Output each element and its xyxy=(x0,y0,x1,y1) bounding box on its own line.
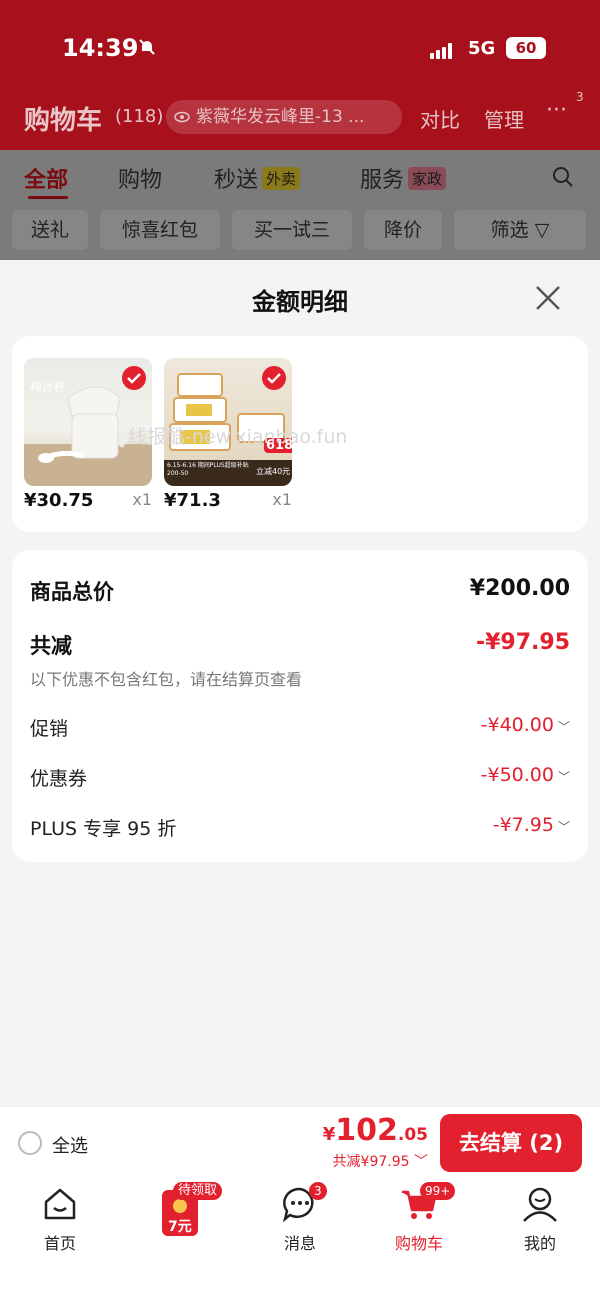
chip-price-drop[interactable]: 降价 xyxy=(364,210,442,250)
select-all-radio[interactable] xyxy=(18,1131,42,1155)
discount-value: -¥40.00 ﹀ xyxy=(481,714,570,736)
selected-products: 榨汁杯 ¥30.75 x1 618 6.15-6.16 期间PLUS超级补贴20… xyxy=(12,336,588,532)
messages-badge: 3 xyxy=(309,1182,327,1200)
nav-home-label: 首页 xyxy=(43,1234,76,1253)
battery-icon: 60 xyxy=(506,37,546,59)
cell-signal-icon xyxy=(430,40,460,59)
nav-messages-label: 消息 xyxy=(283,1234,316,1253)
promo-badge: 待领取 xyxy=(173,1182,223,1200)
total-reduce-value: -¥97.95 xyxy=(475,630,570,655)
checkout-bar: 全选 ¥102.05 共减¥97.95 ﹀ 去结算 (2) xyxy=(0,1106,600,1178)
select-all-label[interactable]: 全选 xyxy=(52,1132,88,1158)
manage-button[interactable]: 管理 xyxy=(484,104,524,133)
amount-breakdown: 商品总价 ¥200.00 共减 -¥97.95 以下优惠不包含红包，请在结算页查… xyxy=(12,550,588,862)
nav-cart-label: 购物车 xyxy=(394,1234,443,1253)
checkout-button[interactable]: 去结算 (2) xyxy=(440,1114,582,1172)
tab-shopping[interactable]: 购物 xyxy=(118,162,162,194)
cart-title: 购物车 xyxy=(24,106,103,136)
total-decimal: .05 xyxy=(397,1125,428,1145)
discount-amount: -¥40.00 xyxy=(480,714,554,736)
chip-red-packet[interactable]: 惊喜红包 xyxy=(100,210,220,250)
nav-mine-label: 我的 xyxy=(523,1234,556,1253)
bottom-nav: 首页 7元 待领取 3 消息 99+ 购物车 我的 xyxy=(0,1178,600,1304)
chip-filter-label: 筛选 xyxy=(490,219,529,241)
nav-promo[interactable]: 7元 待领取 xyxy=(135,1182,225,1240)
address-selector[interactable]: 紫薇华发云峰里-13 ... xyxy=(166,100,402,134)
product-qty: x1 xyxy=(272,490,292,509)
filter-icon: ▽ xyxy=(534,219,550,241)
user-icon xyxy=(520,1184,560,1224)
product-price: ¥30.75 xyxy=(24,490,94,511)
tab-service[interactable]: 服务 家政 xyxy=(360,162,447,194)
address-text: 紫薇华发云峰里-13 ... xyxy=(196,107,365,127)
chevron-down-icon: ﹀ xyxy=(414,1154,428,1170)
nav-mine[interactable]: 我的 xyxy=(495,1184,585,1254)
takeout-tag: 外卖 xyxy=(262,167,301,190)
home-icon xyxy=(40,1184,80,1224)
cart-header: 购物车 (118) 紫薇华发云峰里-13 ... 对比 管理 ··· 3 xyxy=(0,90,600,140)
tab-service-label: 服务 xyxy=(360,168,405,193)
checkout-total: ¥102.05 xyxy=(323,1113,428,1148)
total-reduce-label: 共减 xyxy=(30,634,72,658)
checkout-discount-text: 共减¥97.95 xyxy=(332,1154,410,1170)
search-icon[interactable] xyxy=(552,166,574,188)
tab-active-indicator xyxy=(28,196,68,199)
product-price: ¥71.3 xyxy=(164,490,221,511)
cart-count: (118) xyxy=(115,106,164,127)
nav-messages[interactable]: 3 消息 xyxy=(255,1182,345,1254)
currency-symbol: ¥ xyxy=(322,1124,336,1145)
filter-chips: 送礼 惊喜红包 买一试三 降价 筛选 ▽ xyxy=(0,210,600,250)
discount-label: 促销 xyxy=(30,718,69,740)
discount-amount: -¥50.00 xyxy=(480,764,554,786)
chip-try-three[interactable]: 买一试三 xyxy=(232,210,352,250)
product-image-text: 榨汁杯 xyxy=(30,380,67,394)
promo-amount: 7元 xyxy=(168,1219,192,1235)
network-type: 5G xyxy=(468,38,496,59)
checked-icon[interactable] xyxy=(262,366,286,390)
close-icon[interactable] xyxy=(534,284,562,312)
sheet-title: 金额明细 xyxy=(252,288,348,316)
total-price-label: 商品总价 xyxy=(30,580,114,604)
more-badge: 3 xyxy=(576,90,584,104)
discount-label: 优惠券 xyxy=(30,768,88,790)
chip-gift[interactable]: 送礼 xyxy=(12,210,88,250)
more-icon[interactable]: ··· xyxy=(546,98,567,123)
chevron-down-icon[interactable]: ﹀ xyxy=(558,770,570,784)
discount-note-text: 以下优惠不包含红包，请在结算页查看 xyxy=(30,670,303,689)
eye-icon xyxy=(174,100,190,134)
tab-express-label: 秒送 xyxy=(214,168,259,193)
nav-cart[interactable]: 99+ 购物车 xyxy=(374,1182,464,1254)
product-image-sub: 立减40元 xyxy=(256,467,291,476)
discount-value: -¥7.95 ﹀ xyxy=(493,814,570,836)
total-integer: 102 xyxy=(335,1113,398,1148)
status-bar: 14:39 5G 60 xyxy=(0,22,600,72)
discount-amount: -¥7.95 xyxy=(492,814,554,836)
silent-bell-icon xyxy=(138,38,156,61)
chevron-down-icon[interactable]: ﹀ xyxy=(558,820,570,834)
discount-label: PLUS 专享 95 折 xyxy=(30,818,177,840)
total-price-value: ¥200.00 xyxy=(469,576,570,601)
product-image-note: 6.15-6.16 期间PLUS超级补贴200-50 xyxy=(167,462,249,477)
chevron-down-icon[interactable]: ﹀ xyxy=(558,720,570,734)
category-tabs: 全部 购物 秒送 外卖 服务 家政 xyxy=(0,160,600,200)
housekeeping-tag: 家政 xyxy=(408,167,447,190)
nav-home[interactable]: 首页 xyxy=(15,1184,105,1254)
chip-filter[interactable]: 筛选 ▽ xyxy=(454,210,586,250)
checked-icon[interactable] xyxy=(122,366,146,390)
watermark: 线报酷-new.xianbao.fun xyxy=(128,426,348,448)
tab-express[interactable]: 秒送 外卖 xyxy=(214,162,301,194)
tab-all[interactable]: 全部 xyxy=(24,162,68,194)
status-time: 14:39 xyxy=(62,34,139,62)
product-qty: x1 xyxy=(132,490,152,509)
amount-detail-sheet: 金额明细 榨汁杯 ¥30.75 x1 618 6.15-6.16 期间PLUS超… xyxy=(0,260,600,1106)
checkout-discount[interactable]: 共减¥97.95 ﹀ xyxy=(333,1151,428,1171)
compare-button[interactable]: 对比 xyxy=(420,104,460,133)
cart-badge: 99+ xyxy=(420,1182,456,1200)
discount-value: -¥50.00 ﹀ xyxy=(481,764,570,786)
